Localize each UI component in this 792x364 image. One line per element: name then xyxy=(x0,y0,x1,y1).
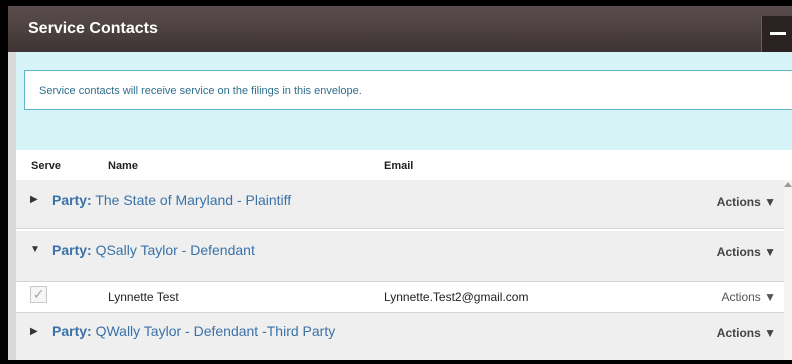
collapse-arrow-icon[interactable]: ▼ xyxy=(30,244,40,255)
info-text: Service contacts will receive service on… xyxy=(39,85,362,97)
expand-arrow-icon[interactable]: ▶ xyxy=(30,194,38,205)
dialog-title: Service Contacts xyxy=(28,20,158,37)
party-row[interactable]: ▶ Party: The State of Maryland - Plainti… xyxy=(16,180,792,229)
actions-dropdown[interactable]: Actions ▼ xyxy=(717,326,776,340)
service-contacts-dialog: Service Contacts Service contacts will r… xyxy=(8,6,792,360)
party-label[interactable]: Party: QSally Taylor - Defendant xyxy=(52,242,255,258)
contact-email: Lynnette.Test2@gmail.com xyxy=(384,290,529,304)
actions-dropdown[interactable]: Actions ▼ xyxy=(717,195,776,209)
party-label[interactable]: Party: The State of Maryland - Plaintiff xyxy=(52,192,291,208)
scrollbar[interactable] xyxy=(784,180,792,360)
party-row[interactable]: ▼ Party: QSally Taylor - Defendant Actio… xyxy=(16,231,792,282)
minimize-button[interactable] xyxy=(761,16,792,52)
contact-row: ✓ Lynnette Test Lynnette.Test2@gmail.com… xyxy=(16,282,792,313)
expand-arrow-icon[interactable]: ▶ xyxy=(30,326,38,337)
contact-name: Lynnette Test xyxy=(108,290,179,304)
title-bar: Service Contacts xyxy=(8,6,792,52)
table-header: Serve Name Email xyxy=(16,150,792,181)
party-name: QWally Taylor - Defendant -Third Party xyxy=(95,323,336,339)
actions-dropdown[interactable]: Actions ▼ xyxy=(717,245,776,259)
party-prefix: Party: xyxy=(52,323,92,339)
party-row[interactable]: ▶ Party: QWally Taylor - Defendant -Thir… xyxy=(16,313,792,360)
column-name: Name xyxy=(108,160,138,172)
party-name: The State of Maryland - Plaintiff xyxy=(95,192,292,208)
party-prefix: Party: xyxy=(52,242,92,258)
party-name: QSally Taylor - Defendant xyxy=(95,242,255,258)
party-prefix: Party: xyxy=(52,192,92,208)
column-email: Email xyxy=(384,160,414,172)
party-label[interactable]: Party: QWally Taylor - Defendant -Third … xyxy=(52,323,335,339)
contact-actions-dropdown[interactable]: Actions ▼ xyxy=(721,290,776,304)
info-message: Service contacts will receive service on… xyxy=(24,70,792,110)
scroll-up-arrow-icon[interactable] xyxy=(784,182,792,187)
left-rail xyxy=(8,52,16,360)
serve-checkbox[interactable]: ✓ xyxy=(30,286,47,303)
column-serve: Serve xyxy=(31,160,61,172)
